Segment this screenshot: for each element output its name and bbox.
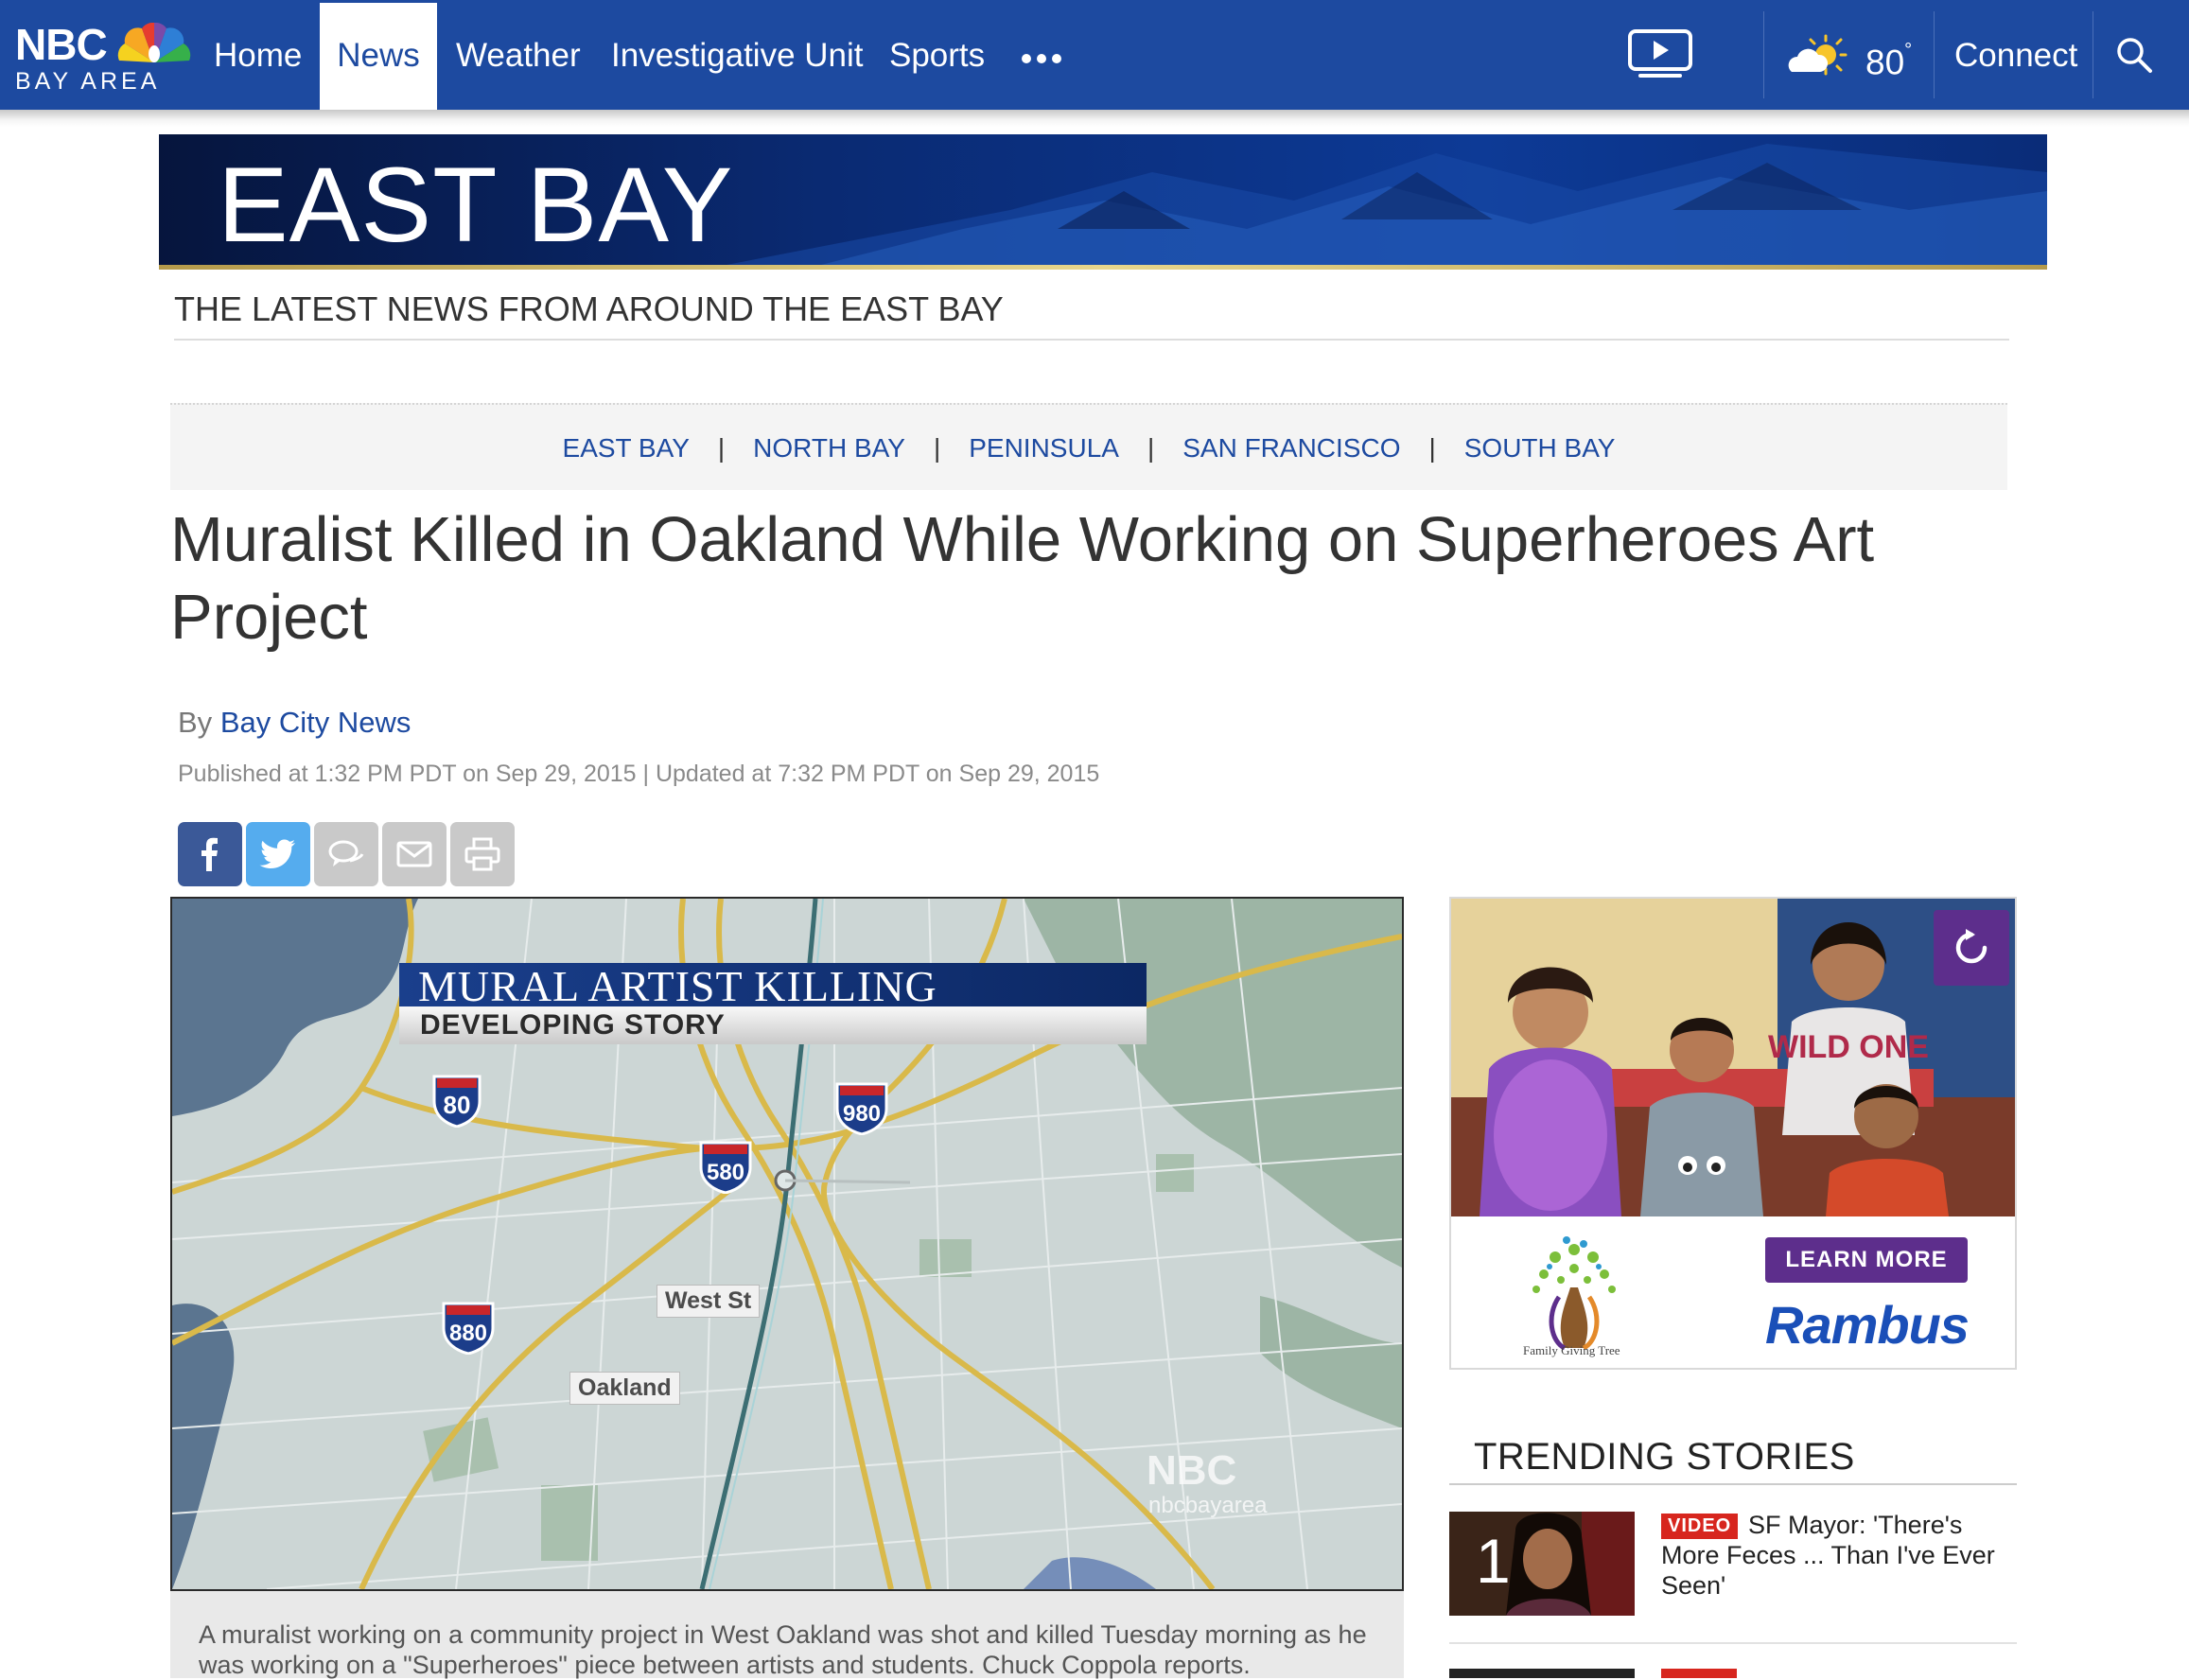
video-caption-box: A muralist working on a community projec… [170,1591,1404,1679]
section-title: EAST BAY [218,146,734,264]
article-headline: Muralist Killed in Oakland While Working… [170,504,1875,653]
logo-subtext: BAY AREA [15,68,161,95]
video-caption: A muralist working on a community projec… [199,1620,1367,1679]
refresh-icon [1955,929,1988,964]
nbc-watermark: NBC [1147,1447,1237,1494]
map-label-west-st: West St [657,1285,761,1318]
section-banner: EAST BAY [159,134,2047,265]
print-button[interactable] [450,822,515,886]
interstate-shield-80: 80 [431,1073,482,1129]
peacock-icon [117,23,191,62]
facebook-icon [201,837,218,871]
interstate-shield-580: 580 [698,1139,752,1195]
divider [174,339,2009,341]
logo-text: NBC [15,20,108,69]
nav-shadow [0,110,2189,127]
region-link-north-bay[interactable]: NORTH BAY [753,433,905,463]
trending-rank: 1 [1476,1526,1511,1596]
video-badge: VIDEO [1661,1514,1739,1539]
divider [1449,1483,2017,1485]
svg-text:980: 980 [843,1101,881,1127]
nbc-bay-area-logo[interactable]: NBC BAY AREA [15,19,191,95]
ad-refresh-button[interactable] [1934,910,2009,986]
search-icon[interactable] [2115,36,2153,74]
trending-title: TRENDING STORIES [1474,1436,1855,1478]
trending-thumbnail[interactable] [1449,1669,1635,1678]
svg-text:WILD ONE: WILD ONE [1768,1029,1929,1065]
author-link[interactable]: Bay City News [220,706,412,739]
nav-item-investigative-unit[interactable]: Investigative Unit [611,0,864,110]
video-icon[interactable] [1627,28,1693,79]
email-button[interactable] [382,822,447,886]
byline: By Bay City News [178,706,412,739]
email-icon [396,841,432,867]
nav-divider [1934,11,1935,98]
region-link-san-francisco[interactable]: SAN FRANCISCO [1182,433,1400,463]
region-link-east-bay[interactable]: EAST BAY [563,433,690,463]
family-giving-tree-logo [1532,1236,1616,1351]
nav-item-home[interactable]: Home [214,0,302,110]
ad-photo: WILD ONE [1451,899,2015,1216]
temperature[interactable]: 80° [1865,0,1912,110]
svg-text:80: 80 [444,1091,471,1119]
map-label-oakland: Oakland [569,1372,680,1405]
more-icon[interactable] [1022,51,1067,68]
region-link-south-bay[interactable]: SOUTH BAY [1464,433,1616,463]
sponsored-ad[interactable]: WILD ONE Family Giving Tree LEARN MORE R… [1449,897,2017,1370]
comment-icon [328,840,364,866]
divider [1449,1642,2017,1644]
print-icon [464,837,500,871]
nav-divider [1763,11,1764,98]
svg-text:880: 880 [449,1321,487,1346]
video-badge [1661,1669,1737,1678]
twitter-icon [259,839,295,868]
video-player[interactable]: MURAL ARTIST KILLING DEVELOPING STORY We… [170,897,1404,1591]
trending-thumbnail[interactable]: 1 [1449,1512,1635,1616]
region-link-peninsula[interactable]: PENINSULA [969,433,1119,463]
top-nav: NBC BAY AREA Home News Weather Investiga… [0,0,2189,110]
twitter-share-button[interactable] [246,822,310,886]
nbc-watermark-handle: nbcbayarea [1148,1493,1268,1518]
region-nav: EAST BAY | NORTH BAY | PENINSULA | SAN FRANCIS… [170,403,2007,490]
interstate-shield-980: 980 [834,1080,888,1136]
interstate-shield-880: 880 [441,1300,495,1356]
banner-accent [159,265,2047,270]
ad-brand-logo: Rambus [1765,1295,1970,1355]
connect-link[interactable]: Connect [1954,0,2077,110]
dateline: Published at 1:32 PM PDT on Sep 29, 2015… [178,761,1100,787]
comment-button[interactable] [314,822,378,886]
ad-sponsor-text: Family Giving Tree [1523,1343,1620,1357]
section-tagline: THE LATEST NEWS FROM AROUND THE EAST BAY [174,289,1004,328]
weather-partly-sunny-icon[interactable] [1784,34,1850,83]
svg-text:580: 580 [707,1160,744,1185]
ad-learn-more-button[interactable]: LEARN MORE [1765,1237,1968,1283]
nav-item-news[interactable]: News [320,3,437,110]
news-lower-third: MURAL ARTIST KILLING DEVELOPING STORY [399,963,1147,1046]
nav-item-weather[interactable]: Weather [456,0,581,110]
facebook-share-button[interactable] [178,822,242,886]
nav-item-sports[interactable]: Sports [889,0,985,110]
